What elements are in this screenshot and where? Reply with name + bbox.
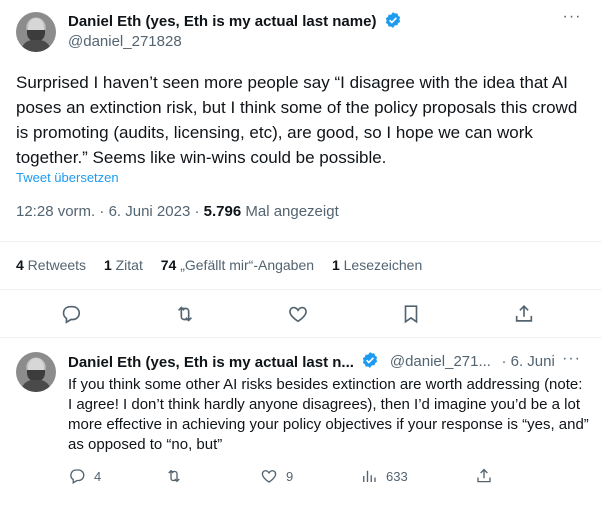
divider <box>0 337 602 338</box>
bookmark-icon[interactable] <box>400 303 424 327</box>
meta-separator: · <box>95 203 109 220</box>
like-count: 9 <box>286 468 294 484</box>
quotes-count: 1 <box>103 257 112 273</box>
more-options-icon[interactable]: ··· <box>562 9 582 30</box>
reply-reply-button[interactable]: 4 <box>68 466 101 486</box>
reply-share-button[interactable] <box>475 466 493 486</box>
like-icon[interactable] <box>287 303 311 327</box>
reply-date[interactable]: · 6. Juni <box>501 353 554 370</box>
tweet-date[interactable]: 6. Juni 2023 <box>109 203 191 220</box>
reply-icon <box>70 469 85 484</box>
retweets-stat[interactable]: 4 Retweets <box>16 257 86 273</box>
tweet-time[interactable]: 12:28 vorm. <box>16 203 95 220</box>
reply-author-name[interactable]: Daniel Eth (yes, Eth is my actual last n… <box>68 354 354 371</box>
meta-separator: · <box>190 203 204 220</box>
likes-stat[interactable]: 74 „Gefällt mir“-Angaben <box>161 257 314 273</box>
quotes-stat[interactable]: 1 Zitat <box>104 257 143 273</box>
bookmarks-label: Lesezeichen <box>339 257 423 273</box>
reply-more-options-icon[interactable]: ··· <box>562 350 581 368</box>
tweet-text: Surprised I haven’t seen more people say… <box>16 73 578 167</box>
reply-retweet-button[interactable] <box>165 466 191 486</box>
bookmarks-count: 1 <box>331 257 340 273</box>
retweets-label: Retweets <box>23 257 87 273</box>
reply-like-button[interactable]: 9 <box>260 466 293 486</box>
bookmarks-stat[interactable]: 1 Lesezeichen <box>332 257 422 273</box>
translate-link[interactable]: Tweet übersetzen <box>16 170 119 185</box>
divider <box>0 289 602 290</box>
retweet-icon[interactable] <box>174 303 198 327</box>
reply-author-avatar[interactable] <box>16 352 56 392</box>
reply-text: If you think some other AI risks besides… <box>68 376 589 453</box>
views-chart-icon <box>363 470 376 482</box>
divider <box>0 241 602 242</box>
retweet-icon <box>168 469 180 483</box>
quotes-label: Zitat <box>111 257 143 273</box>
likes-label: „Gefällt mir“-Angaben <box>176 257 315 273</box>
author-avatar[interactable] <box>16 12 56 52</box>
author-name[interactable]: Daniel Eth (yes, Eth is my actual last n… <box>68 13 376 30</box>
author-handle[interactable]: @daniel_271828 <box>68 33 182 50</box>
views-count: 633 <box>386 468 408 484</box>
reply-count: 4 <box>94 468 102 484</box>
reply-icon[interactable] <box>60 303 84 327</box>
tweet-stats: 4 Retweets 1 Zitat 74 „Gefällt mir“-Anga… <box>16 257 436 273</box>
tweet-meta: 12:28 vorm. · 6. Juni 2023 · 5.796 Mal a… <box>16 203 339 220</box>
share-icon[interactable] <box>513 303 537 327</box>
verified-badge-icon <box>385 12 401 28</box>
views-label: Mal angezeigt <box>241 203 339 220</box>
views-count: 5.796 <box>203 203 242 220</box>
reply-author-handle[interactable]: @daniel_271... <box>390 353 491 370</box>
author-name-row[interactable]: Daniel Eth (yes, Eth is my actual last n… <box>68 11 402 31</box>
share-icon <box>477 468 491 483</box>
like-icon <box>261 470 277 483</box>
reply-views-button[interactable]: 633 <box>360 466 408 486</box>
reply-header: Daniel Eth (yes, Eth is my actual last n… <box>68 351 588 371</box>
verified-badge-icon <box>363 352 378 368</box>
retweets-count: 4 <box>16 257 24 273</box>
likes-count: 74 <box>160 257 177 273</box>
